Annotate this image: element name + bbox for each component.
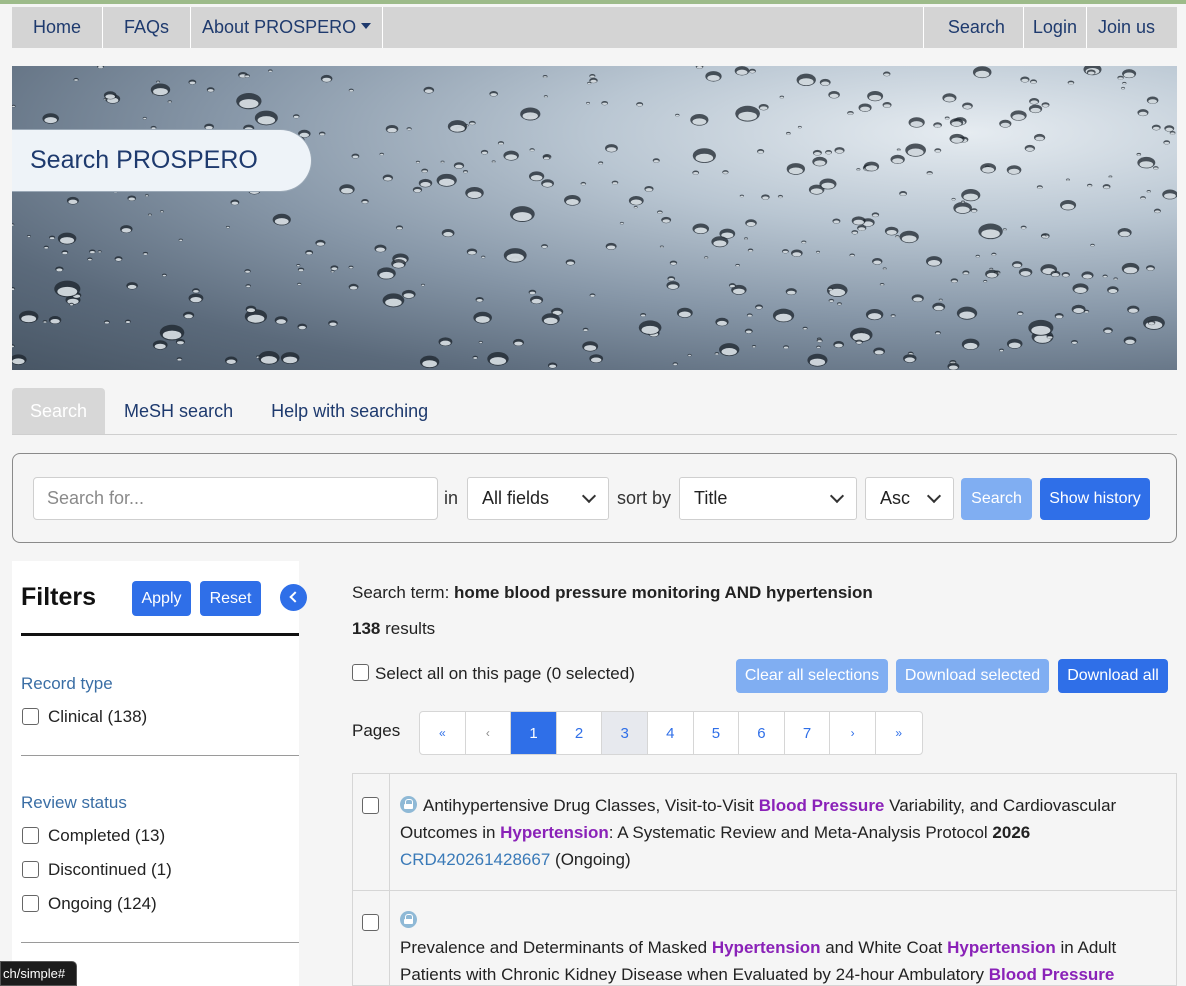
chevron-down-icon (829, 488, 845, 504)
nav-join[interactable]: Join us (1087, 7, 1177, 48)
clear-selections-button[interactable]: Clear all selections (736, 659, 888, 693)
filters-sidebar: Filters Apply Reset Record type Clinical… (12, 561, 307, 986)
record-person-icon (400, 911, 417, 928)
search-term-value: home blood pressure monitoring AND hyper… (454, 583, 873, 602)
sort-select[interactable]: Title (679, 477, 857, 520)
row-select-cell (353, 891, 390, 985)
sort-by-label: sort by (617, 488, 672, 508)
tab-help[interactable]: Help with searching (252, 388, 447, 434)
field-select[interactable]: All fields (467, 477, 609, 520)
row-select-cell (353, 774, 390, 890)
search-term-line: Search term: home blood pressure monitor… (352, 583, 873, 603)
field-select-value: All fields (482, 488, 550, 508)
results-count-suffix: results (385, 619, 436, 638)
nav-login[interactable]: Login (1024, 7, 1087, 48)
page-1[interactable]: 1 (511, 712, 557, 754)
results-count-number: 138 (352, 619, 381, 638)
ongoing-option-label: Ongoing (124) (48, 894, 157, 913)
page-prev[interactable]: ‹ (466, 712, 512, 754)
order-select[interactable]: Asc (865, 477, 954, 520)
table-row: Antihypertensive Drug Classes, Visit-to-… (353, 774, 1176, 891)
page-3[interactable]: 3 (602, 712, 648, 754)
top-accent-line (0, 0, 1186, 4)
nav-faqs[interactable]: FAQs (103, 7, 192, 48)
pages-label: Pages (352, 721, 401, 740)
keyword-highlight: Blood Pressure (758, 796, 885, 815)
search-button[interactable]: Search (961, 478, 1032, 520)
keyword-highlight: Blood Pressure (988, 965, 1115, 984)
top-navbar: Home FAQs About PROSPERO Search Login Jo… (12, 7, 1177, 48)
record-type-heading: Record type (21, 674, 113, 693)
table-row: Prevalence and Determinants of Masked Hy… (353, 891, 1176, 985)
page-last[interactable]: » (876, 712, 922, 754)
title-text: : A Systematic Review and Meta-Analysis … (608, 823, 993, 842)
select-all-checkbox[interactable] (352, 664, 369, 681)
review-status-heading: Review status (21, 793, 127, 812)
hero-title: Search PROSPERO (12, 129, 312, 192)
page-2[interactable]: 2 (557, 712, 603, 754)
search-term-label: Search term: (352, 583, 450, 602)
row-checkbox[interactable] (362, 797, 379, 814)
chevron-down-icon (926, 488, 942, 504)
title-text: Prevalence and Determinants of Masked (400, 938, 712, 957)
results-count: 138 results (352, 619, 435, 639)
discontinued-checkbox[interactable] (22, 861, 39, 878)
download-selected-button[interactable]: Download selected (896, 659, 1049, 693)
select-all-label: Select all on this page (0 selected) (375, 664, 635, 683)
nav-spacer (383, 7, 924, 48)
nav-about-dropdown[interactable]: About PROSPERO (191, 7, 384, 48)
keyword-highlight: Hypertension (711, 938, 821, 957)
title-text: and White Coat (820, 938, 948, 957)
page-first[interactable]: « (420, 712, 466, 754)
apply-filters-button[interactable]: Apply (132, 581, 191, 616)
tab-mesh-search[interactable]: MeSH search (105, 388, 252, 434)
record-status: (Ongoing) (555, 850, 631, 869)
results-table: Antihypertensive Drug Classes, Visit-to-… (352, 773, 1177, 986)
filters-divider (21, 633, 299, 636)
page-4[interactable]: 4 (648, 712, 694, 754)
search-form: Search for... in All fields sort by Titl… (12, 453, 1177, 543)
keyword-highlight: Hypertension (947, 938, 1056, 957)
hero-banner: Search PROSPERO (12, 66, 1177, 370)
chevron-down-icon (581, 488, 597, 504)
search-tabs: Search MeSH search Help with searching (12, 388, 1177, 435)
nav-about-label: About PROSPERO (202, 17, 357, 37)
completed-option-label: Completed (13) (48, 826, 166, 845)
sort-select-value: Title (694, 488, 728, 508)
record-entry: Prevalence and Determinants of Masked Hy… (400, 907, 1170, 985)
group-divider (21, 942, 299, 943)
show-history-button[interactable]: Show history (1040, 478, 1150, 520)
discontinued-option-label: Discontinued (1) (48, 860, 172, 879)
pagination: « ‹ 1 2 3 4 5 6 7 › » (419, 711, 923, 755)
clinical-checkbox[interactable] (22, 708, 39, 725)
filters-title: Filters (21, 583, 97, 611)
keyword-highlight: Hypertension (500, 823, 609, 842)
record-entry: Antihypertensive Drug Classes, Visit-to-… (400, 792, 1170, 873)
status-bar-url: ch/simple# (0, 961, 77, 986)
clinical-option-label: Clinical (138) (48, 707, 148, 726)
collapse-sidebar-icon[interactable] (280, 584, 307, 611)
order-select-value: Asc (880, 488, 911, 508)
page-next[interactable]: › (830, 712, 876, 754)
reset-filters-button[interactable]: Reset (200, 581, 261, 616)
tab-search[interactable]: Search (12, 388, 106, 434)
title-text: Antihypertensive Drug Classes, Visit-to-… (423, 796, 759, 815)
page-6[interactable]: 6 (739, 712, 785, 754)
page-7[interactable]: 7 (785, 712, 831, 754)
nav-search[interactable]: Search (924, 7, 1024, 48)
nav-home[interactable]: Home (12, 7, 104, 48)
caret-down-icon (361, 22, 372, 29)
download-all-button[interactable]: Download all (1058, 659, 1168, 693)
group-divider (21, 755, 299, 756)
search-input[interactable]: Search for... (33, 477, 438, 520)
in-label: in (444, 488, 459, 508)
record-year: 2026 (992, 823, 1031, 842)
water-droplets-image (12, 66, 1177, 370)
record-person-icon (400, 796, 417, 813)
completed-checkbox[interactable] (22, 827, 39, 844)
record-id-link[interactable]: CRD420261428667 (400, 850, 550, 869)
page-5[interactable]: 5 (694, 712, 740, 754)
ongoing-checkbox[interactable] (22, 895, 39, 912)
row-checkbox[interactable] (362, 914, 379, 931)
